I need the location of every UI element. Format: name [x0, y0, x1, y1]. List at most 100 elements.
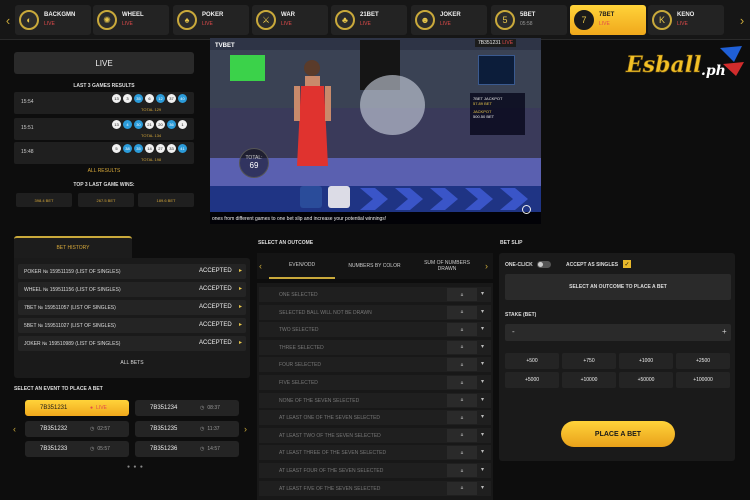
result-ball: 4 [123, 120, 132, 129]
bet-history-row[interactable]: JOKER № 159510989 (LIST OF SINGLES) ACCEP… [18, 336, 246, 351]
tab-5bet[interactable]: 5 5BET 05:58 [491, 5, 567, 35]
accept-singles-checkbox-icon[interactable]: ✓ [623, 260, 631, 268]
tab-status: LIVE [360, 21, 371, 27]
all-results-link[interactable]: ALL RESULTS [14, 168, 194, 174]
all-bets-link[interactable]: ALL BETS [14, 360, 250, 366]
events-prev-icon[interactable]: ‹ [13, 424, 16, 434]
dropdown-arrow-icon[interactable]: ▾ [481, 431, 484, 438]
outcome-next-icon[interactable]: › [485, 261, 488, 271]
dropdown-arrow-icon[interactable]: ▾ [481, 378, 484, 385]
bet-status: ACCEPTED [199, 322, 232, 328]
stake-chip[interactable]: +1000 [619, 353, 673, 369]
result-row: 15:54 13 3 35 6 12 37 40 TOTAL 129 [14, 92, 194, 114]
stake-chip[interactable]: +500 [505, 353, 559, 369]
dropdown-arrow-icon[interactable]: ▾ [481, 484, 484, 491]
one-click-toggle[interactable] [537, 261, 551, 268]
outcome-row[interactable]: ONE SELECTED 🔒︎ ▾ [259, 287, 491, 302]
bet-history-row[interactable]: 7BET № 159511057 (LIST OF SINGLES) ACCEPT… [18, 300, 246, 315]
dropdown-arrow-icon[interactable]: ▾ [481, 396, 484, 403]
chevron-right-icon: ▸ [239, 286, 243, 292]
outcome-row[interactable]: THREE SELECTED 🔒︎ ▾ [259, 339, 491, 355]
dropdown-arrow-icon[interactable]: ▾ [481, 290, 484, 297]
outcome-tab[interactable]: EVEN/ODD [269, 253, 335, 279]
outcome-row[interactable]: AT LEAST ONE OF THE SEVEN SELECTED 🔒︎ ▾ [259, 410, 491, 426]
result-ball: 30 [134, 120, 143, 129]
outcome-row[interactable]: AT LEAST FIVE OF THE SEVEN SELECTED 🔒︎ ▾ [259, 480, 491, 496]
tab-war[interactable]: ⚔ WAR LIVE [252, 5, 328, 35]
outcome-row[interactable]: TWO SELECTED 🔒︎ ▾ [259, 322, 491, 338]
bet-history-row[interactable]: WHEEL № 159511156 (LIST OF SINGLES) ACCEP… [18, 282, 246, 297]
events-pager[interactable]: ● ● ● [127, 464, 144, 470]
stake-chip[interactable]: +100000 [676, 372, 730, 388]
event-button[interactable]: 7B351232 ◷ 02:57 [25, 421, 129, 437]
lock-icon: 🔒︎ [447, 305, 477, 319]
tab-joker[interactable]: ☻ JOKER LIVE [411, 5, 487, 35]
live-dot-icon: ● [90, 405, 94, 411]
clock-icon: ◷ [200, 426, 205, 432]
stake-chip[interactable]: +10000 [562, 372, 616, 388]
stake-plus-button[interactable]: + [722, 327, 727, 336]
tab-name: 5BET [520, 12, 536, 18]
nav-right-arrow-icon[interactable]: › [736, 0, 748, 40]
outcome-row[interactable]: NONE OF THE SEVEN SELECTED 🔒︎ ▾ [259, 392, 491, 408]
event-id: 7B351236 [150, 446, 178, 452]
outcome-row[interactable]: AT LEAST TWO OF THE SEVEN SELECTED 🔒︎ ▾ [259, 427, 491, 443]
event-button[interactable]: 7B351236 ◷ 14:57 [135, 441, 239, 457]
outcome-tab[interactable]: SUM OF NUMBERS DRAWN [415, 253, 479, 279]
outcome-label: TWO SELECTED [279, 327, 319, 334]
dropdown-arrow-icon[interactable]: ▾ [481, 325, 484, 332]
event-button[interactable]: 7B351234 ◷ 08:37 [135, 400, 239, 416]
outcome-tab[interactable]: NUMBERS BY COLOR [337, 253, 412, 279]
dropdown-arrow-icon[interactable]: ▾ [481, 466, 484, 473]
outcome-tabs: ‹ EVEN/ODD NUMBERS BY COLOR SUM OF NUMBERS… [257, 253, 493, 279]
result-row: 15:51 13 4 30 21 20 36 1 TOTAL 134 [14, 118, 194, 140]
stake-minus-button[interactable]: - [512, 327, 515, 336]
stake-chip[interactable]: +750 [562, 353, 616, 369]
tab-name: WAR [281, 12, 295, 18]
outcome-row[interactable]: FOUR SELECTED 🔒︎ ▾ [259, 357, 491, 373]
event-button[interactable]: 7B351231 ● LIVE [25, 400, 129, 416]
event-button[interactable]: 7B351233 ◷ 05:57 [25, 441, 129, 457]
dropdown-arrow-icon[interactable]: ▾ [481, 448, 484, 455]
event-button[interactable]: 7B351235 ◷ 11:37 [135, 421, 239, 437]
chevron-right-icon: ▸ [239, 322, 243, 328]
nav-left-arrow-icon[interactable]: ‹ [2, 0, 14, 40]
outcome-label: SELECTED BALL WILL NOT BE DRAWN [279, 309, 372, 316]
stake-chip[interactable]: +50000 [619, 372, 673, 388]
result-ball: 33 [167, 144, 176, 153]
dropdown-arrow-icon[interactable]: ▾ [481, 413, 484, 420]
outcome-row[interactable]: FIVE SELECTED 🔒︎ ▾ [259, 375, 491, 390]
outcome-row[interactable]: AT LEAST THREE OF THE SEVEN SELECTED 🔒︎ ▾ [259, 445, 491, 461]
stake-input[interactable]: - + [505, 324, 731, 341]
outcome-label: FIVE SELECTED [279, 380, 318, 386]
stake-chip[interactable]: +5000 [505, 372, 559, 388]
clock-icon: ◷ [200, 405, 205, 411]
live-video[interactable]: TVBET 7B351231 LIVE 7BET JACKPOT 57.89 B… [210, 38, 541, 224]
outcome-prev-icon[interactable]: ‹ [259, 261, 262, 271]
settings-gear-icon[interactable] [522, 205, 531, 214]
tab-21bet[interactable]: ♣ 21BET LIVE [331, 5, 407, 35]
event-id: 7B351233 [40, 446, 68, 452]
bet-history-tab[interactable]: BET HISTORY [14, 236, 132, 258]
bet-name: 7BET № 159511057 (LIST OF SINGLES) [24, 305, 116, 311]
esball-logo: Esball .ph [625, 46, 744, 79]
dropdown-arrow-icon[interactable]: ▾ [481, 308, 484, 315]
lottery-drum [360, 75, 425, 135]
place-bet-button[interactable]: PLACE A BET [561, 421, 675, 447]
dropdown-arrow-icon[interactable]: ▾ [481, 343, 484, 350]
bet-history-row[interactable]: 5BET № 159511027 (LIST OF SINGLES) ACCEPT… [18, 318, 246, 333]
logo-main-text: Esball [625, 52, 702, 78]
outcome-row[interactable]: SELECTED BALL WILL NOT BE DRAWN 🔒︎ ▾ [259, 304, 491, 320]
outcome-row[interactable]: AT LEAST FOUR OF THE SEVEN SELECTED 🔒︎ ▾ [259, 463, 491, 478]
outcome-label: ONE SELECTED [279, 292, 318, 298]
bet-history-row[interactable]: POKER № 159511159 (LIST OF SINGLES) ACCEP… [18, 264, 246, 279]
stats-monitor [478, 55, 515, 85]
result-ball: 3 [123, 94, 132, 103]
events-next-icon[interactable]: › [244, 424, 247, 434]
one-click-label: ONE-CLICK [505, 262, 533, 268]
stake-chip[interactable]: +2500 [676, 353, 730, 369]
tab-7bet[interactable]: 7 7BET LIVE [570, 5, 646, 35]
outcome-label: AT LEAST FIVE OF THE SEVEN SELECTED [279, 485, 381, 492]
dropdown-arrow-icon[interactable]: ▾ [481, 360, 484, 367]
tab-keno[interactable]: K KENO LIVE [648, 5, 724, 35]
